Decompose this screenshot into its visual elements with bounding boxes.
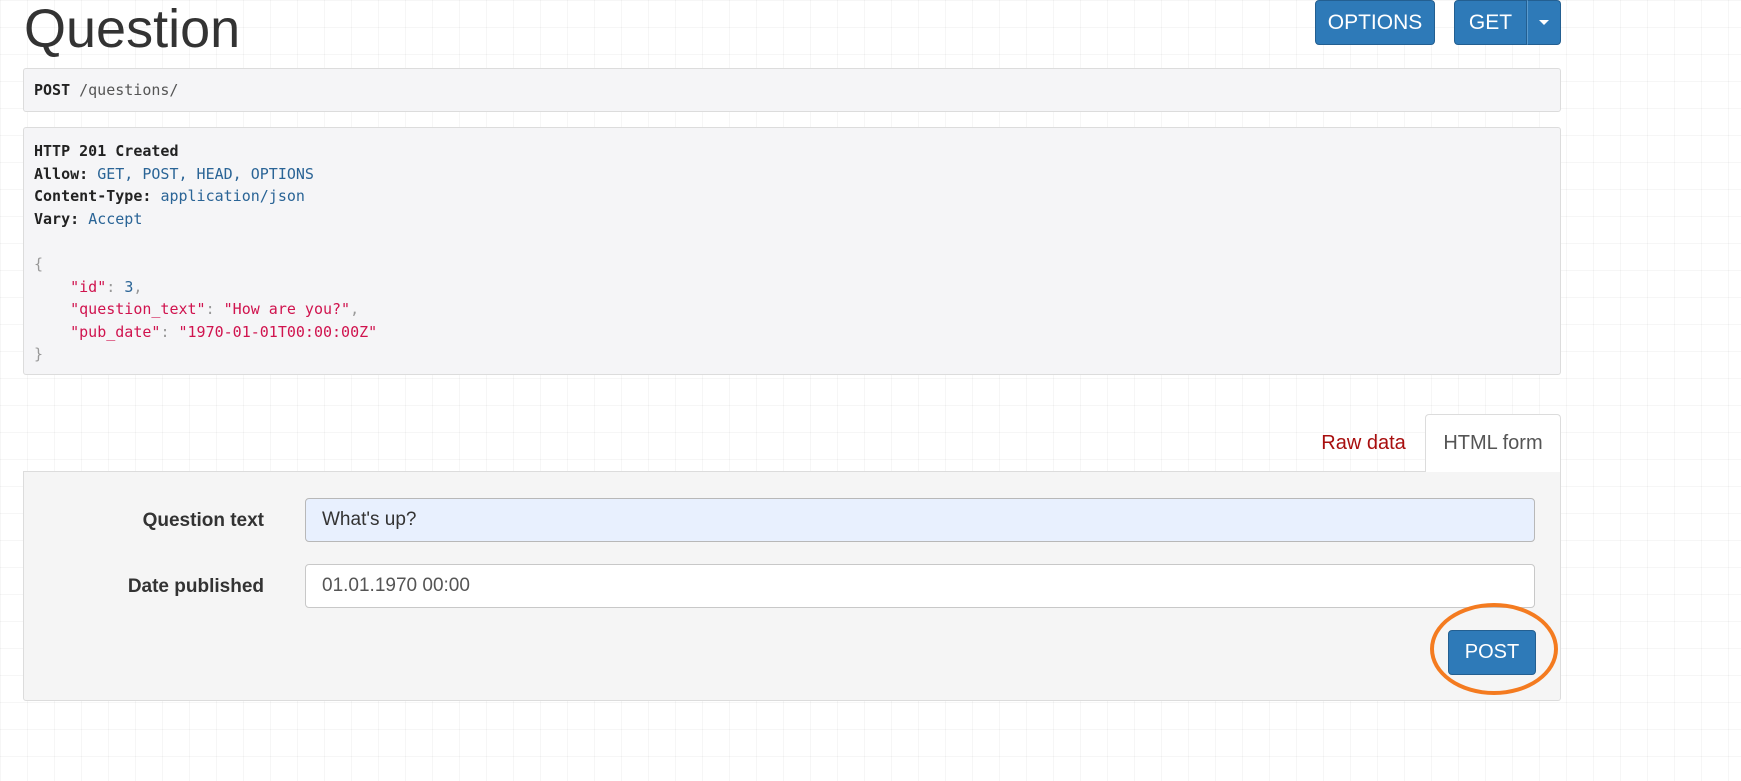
- request-method: POST: [34, 81, 71, 99]
- header-content-type-value: application/json: [160, 187, 305, 206]
- json-open-brace: {: [34, 254, 44, 273]
- post-button[interactable]: POST: [1448, 630, 1536, 675]
- date-published-label: Date published: [127, 576, 264, 597]
- header-vary-key: Vary:: [34, 209, 80, 228]
- header-allow-value: GET, POST, HEAD, OPTIONS: [97, 164, 314, 183]
- json-close-brace: }: [34, 345, 44, 364]
- header-allow-key: Allow:: [34, 164, 89, 183]
- json-value-question-text: "How are you?": [223, 300, 351, 319]
- html-form-panel: Question text Date published POST: [23, 471, 1561, 701]
- json-key-question-text: "question_text": [70, 300, 206, 319]
- json-value-pub-date: "1970-01-01T00:00:00Z": [178, 322, 378, 341]
- caret-down-icon: [1539, 20, 1549, 25]
- json-key-pub-date: "pub_date": [70, 322, 161, 341]
- date-published-input[interactable]: [305, 564, 1535, 608]
- page-title: Question: [24, 0, 241, 59]
- get-button-group: GET: [1454, 0, 1561, 45]
- get-format-dropdown-toggle[interactable]: [1527, 0, 1561, 45]
- response-info: HTTP 201 Created Allow: GET, POST, HEAD,…: [23, 127, 1561, 375]
- tab-html-form[interactable]: HTML form: [1425, 414, 1561, 472]
- json-value-id: 3: [124, 277, 134, 296]
- tab-raw-data[interactable]: Raw data: [1305, 415, 1422, 471]
- request-info: POST /questions/: [23, 68, 1561, 112]
- question-text-label: Question text: [142, 510, 264, 531]
- response-status: HTTP 201 Created: [34, 142, 179, 160]
- header-content-type-key: Content-Type:: [34, 187, 152, 206]
- header-vary-value: Accept: [88, 209, 143, 228]
- get-button[interactable]: GET: [1454, 0, 1527, 45]
- options-button[interactable]: OPTIONS: [1315, 0, 1435, 45]
- request-path: /questions/: [79, 81, 179, 99]
- json-key-id: "id": [70, 277, 107, 296]
- question-text-input[interactable]: [305, 498, 1535, 542]
